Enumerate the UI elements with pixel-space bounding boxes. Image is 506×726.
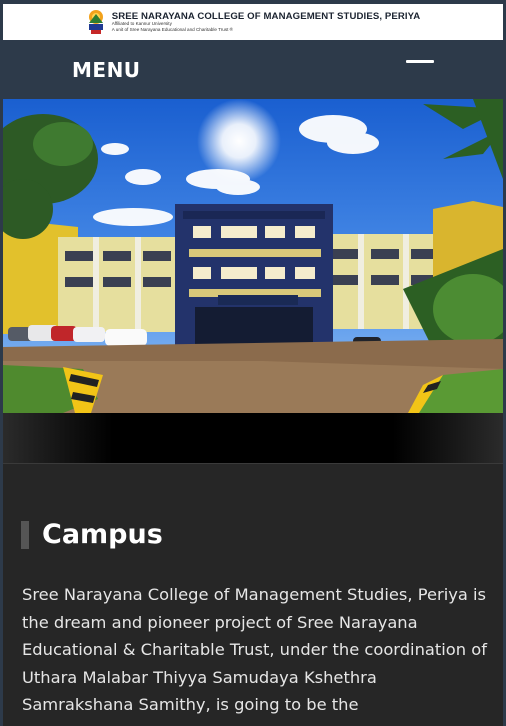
college-logo-icon xyxy=(88,10,103,34)
brand-home-link[interactable]: SREE NARAYANA COLLEGE OF MANAGEMENT STUD… xyxy=(86,9,421,35)
heading-accent-bar xyxy=(21,520,29,549)
brand-header: SREE NARAYANA COLLEGE OF MANAGEMENT STUD… xyxy=(3,4,503,40)
section-title: Campus xyxy=(42,519,163,550)
campus-hero-image xyxy=(3,99,503,413)
trust-text: A unit of Sree Narayana Educational and … xyxy=(111,26,234,32)
hero-bottom-strip xyxy=(3,413,503,463)
section-paragraph: Sree Narayana College of Management Stud… xyxy=(22,585,487,714)
college-name: SREE NARAYANA COLLEGE OF MANAGEMENT STUD… xyxy=(111,10,421,22)
menu-label[interactable]: MENU xyxy=(72,58,141,82)
campus-section: Campus Sree Narayana College of Manageme… xyxy=(3,463,503,726)
section-heading: Campus xyxy=(21,519,163,550)
main-navbar: MENU xyxy=(3,40,503,99)
hamburger-icon[interactable] xyxy=(406,60,434,63)
